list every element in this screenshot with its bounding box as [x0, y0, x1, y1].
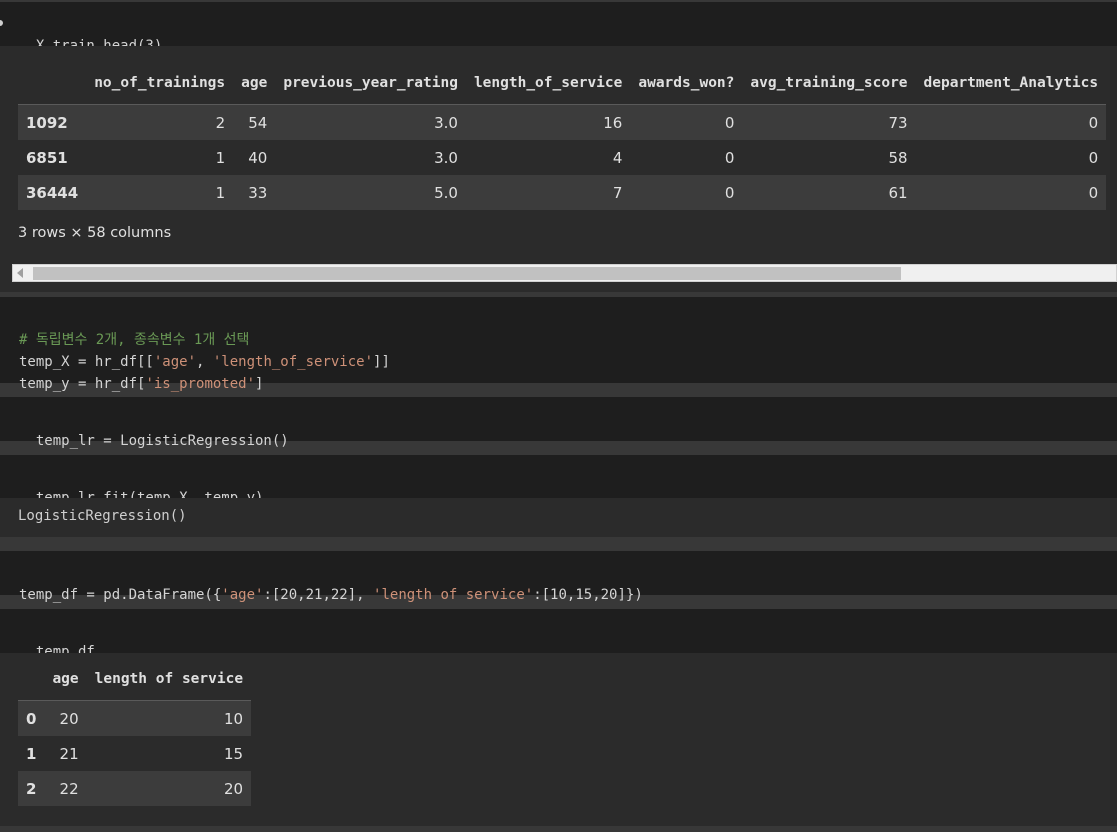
code-line: temp_X = hr_df[['age', 'length_of_servic…	[19, 354, 390, 370]
table-cell: 20	[59, 709, 79, 728]
output-temp-df: age length of service 0 20 10 1 21 15 2 …	[0, 653, 1117, 826]
column-header: avg_training_score	[742, 62, 916, 105]
code-comment-line: # 독립변수 2개, 종속변수 1개 선택	[19, 329, 1117, 351]
table-cell: 0	[724, 183, 735, 202]
table-cell: 3.0	[434, 113, 458, 132]
dataframe-shape-text: 3 rows × 58 columns	[18, 225, 172, 241]
horizontal-scrollbar[interactable]	[12, 264, 1117, 282]
table-cell: 7	[612, 183, 623, 202]
table-cell: 3.0	[434, 148, 458, 167]
table-cell: 73	[888, 113, 908, 132]
index-header	[18, 62, 87, 105]
table-cell: 61	[888, 183, 908, 202]
table-cell: 0	[1088, 183, 1099, 202]
table-header-row: no_of_trainings age previous_year_rating…	[18, 62, 1107, 105]
code-cell-select-vars[interactable]: # 독립변수 2개, 종속변수 1개 선택 temp_X = hr_df[['ag…	[0, 297, 1117, 392]
output-head-table: no_of_trainings age previous_year_rating…	[0, 46, 1117, 292]
table-cell: 22	[59, 779, 79, 798]
table-cell: 16	[603, 113, 623, 132]
column-header: age	[44, 658, 87, 701]
column-header: length_of_service	[465, 62, 631, 105]
dataframe-temp-df: age length of service 0 20 10 1 21 15 2 …	[18, 658, 252, 806]
output-text: LogisticRegression()	[18, 508, 187, 524]
table-cell: 15	[223, 744, 244, 763]
column-header: length of service	[86, 658, 252, 701]
table-header-row: age length of service	[18, 658, 252, 701]
row-index: 36444	[26, 183, 79, 202]
code-cell-head[interactable]: X_train.head(3)	[0, 2, 1117, 54]
table-cell: 33	[248, 183, 268, 202]
row-index: 6851	[26, 148, 68, 167]
table-row: 36444 1 33 5.0 7 0 61 0	[18, 175, 1107, 210]
table-cell: 10	[223, 709, 244, 728]
code-cell-fit[interactable]: temp_lr.fit(temp_X, temp_y)	[0, 455, 1117, 506]
scrollbar-thumb[interactable]	[33, 267, 901, 280]
code-cell-create-model[interactable]: temp_lr = LogisticRegression()	[0, 397, 1117, 449]
table-cell: 4	[612, 148, 623, 167]
table-cell: 2	[215, 113, 226, 132]
table-row: 6851 1 40 3.0 4 0 58 0	[18, 140, 1107, 175]
dataframe-x-train: no_of_trainings age previous_year_rating…	[18, 62, 1107, 210]
row-index: 2	[26, 779, 37, 798]
table-cell: 0	[724, 148, 735, 167]
code-cell-create-dataframe[interactable]: temp_df = pd.DataFrame({'age':[20,21,22]…	[0, 551, 1117, 603]
table-cell: 58	[888, 148, 908, 167]
code-cell-show-dataframe[interactable]: temp_df	[0, 609, 1117, 660]
table-cell: 1	[215, 183, 226, 202]
output-fit: LogisticRegression()	[0, 498, 1117, 537]
column-header: department_Analytics	[915, 62, 1107, 105]
table-row: 0 20 10	[18, 700, 252, 736]
table-row: 1 21 15	[18, 736, 252, 771]
table-cell: 5.0	[434, 183, 458, 202]
row-index: 0	[26, 709, 37, 728]
scroll-left-arrow-icon[interactable]	[17, 268, 23, 278]
code-line: temp_lr = LogisticRegression()	[35, 433, 289, 449]
column-header: previous_year_rating	[275, 62, 466, 105]
table-cell: 20	[223, 779, 244, 798]
code-line: temp_df = pd.DataFrame({'age':[20,21,22]…	[19, 587, 643, 603]
table-cell: 0	[1088, 113, 1099, 132]
table-cell: 40	[248, 148, 268, 167]
column-header: age	[233, 62, 276, 105]
row-index: 1	[26, 744, 37, 763]
code-comment: # 독립변수 2개, 종속변수 1개 선택	[19, 332, 250, 348]
table-cell: 0	[1088, 148, 1099, 167]
column-header: awards_won?	[630, 62, 743, 105]
table-cell: 21	[59, 744, 79, 763]
table-cell: 1	[215, 148, 226, 167]
table-cell: 0	[724, 113, 735, 132]
column-header: no_of_trainings	[86, 62, 234, 105]
index-header	[18, 658, 45, 701]
cell-run-indicator	[0, 20, 3, 26]
table-cell: 54	[248, 113, 268, 132]
code-line: temp_y = hr_df['is_promoted']	[19, 376, 264, 392]
table-row: 1092 2 54 3.0 16 0 73 0	[18, 104, 1107, 140]
row-index: 1092	[26, 113, 68, 132]
table-row: 2 22 20	[18, 771, 252, 806]
